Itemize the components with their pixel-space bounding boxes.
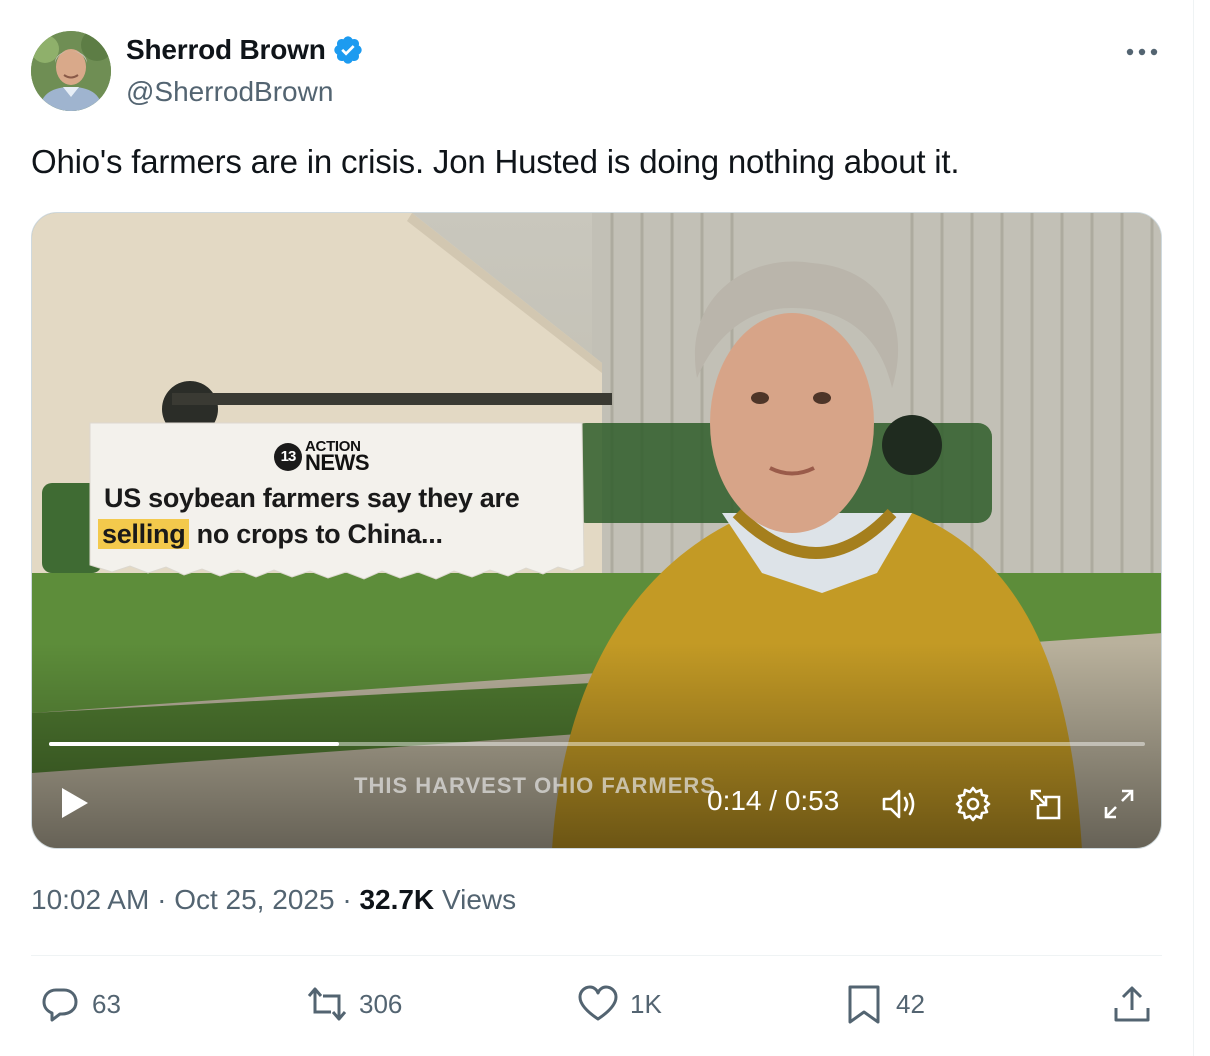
- video-time-display: 0:14 / 0:53: [707, 785, 840, 816]
- author-handle[interactable]: @SherrodBrown: [126, 76, 333, 108]
- column-border: [1193, 0, 1194, 1056]
- reply-count: 63: [92, 988, 121, 1019]
- logo-words: ACTION NEWS: [305, 439, 370, 475]
- share-icon: [1114, 986, 1150, 1022]
- bookmark-icon: [848, 985, 880, 1024]
- video-progress-fill: [49, 742, 339, 746]
- clipping-line2-rest: no crops to China...: [189, 519, 443, 549]
- heart-icon: [578, 985, 618, 1021]
- meta-separator: ·: [157, 884, 167, 915]
- bookmark-count: 42: [896, 988, 925, 1019]
- logo-news-text: NEWS: [305, 449, 370, 475]
- views-count: 32.7K: [359, 884, 435, 915]
- news-station-logo: 13 ACTION NEWS: [274, 439, 370, 475]
- tweet-date[interactable]: Oct 25, 2025: [174, 884, 334, 915]
- avatar-image: [31, 31, 111, 111]
- video-player[interactable]: 13 ACTION NEWS US soybean farmers say th…: [31, 212, 1162, 849]
- like-button[interactable]: 1K: [576, 982, 662, 1026]
- more-options-button[interactable]: [1122, 36, 1162, 68]
- bookmark-button[interactable]: 42: [842, 982, 925, 1026]
- more-dots-icon: [1126, 48, 1158, 56]
- tweet-meta: 10:02 AM · Oct 25, 2025 · 32.7K Views: [31, 884, 516, 916]
- clipping-highlight-word: selling: [98, 519, 190, 549]
- repost-button[interactable]: 306: [305, 982, 402, 1026]
- fullscreen-icon[interactable]: [1100, 785, 1138, 823]
- repost-count: 306: [359, 988, 403, 1019]
- logo-number: 13: [274, 442, 302, 471]
- play-icon[interactable]: [54, 783, 94, 823]
- author-name-row[interactable]: Sherrod Brown: [126, 34, 364, 66]
- tweet-time[interactable]: 10:02 AM: [31, 884, 149, 915]
- volume-icon[interactable]: [880, 785, 918, 823]
- clipping-headline-line2: selling no crops to China...: [98, 519, 443, 550]
- like-count: 1K: [630, 988, 662, 1019]
- picture-in-picture-icon[interactable]: [1027, 785, 1065, 823]
- video-caption: THIS HARVEST OHIO FARMERS: [354, 773, 716, 798]
- meta-separator: ·: [342, 884, 352, 915]
- avatar[interactable]: [31, 31, 111, 111]
- repost-icon: [307, 987, 347, 1021]
- tweet-text: Ohio's farmers are in crisis. Jon Husted…: [31, 143, 960, 180]
- divider: [31, 955, 1162, 956]
- verified-badge-icon[interactable]: [332, 34, 364, 66]
- author-display-name[interactable]: Sherrod Brown: [126, 34, 326, 66]
- video-progress-bar[interactable]: [49, 742, 1145, 746]
- reply-button[interactable]: 63: [38, 982, 121, 1026]
- news-clipping-overlay: 13 ACTION NEWS US soybean farmers say th…: [88, 421, 588, 585]
- share-button[interactable]: [1110, 982, 1154, 1026]
- reply-icon: [42, 988, 78, 1022]
- settings-gear-icon[interactable]: [954, 785, 992, 823]
- clipping-headline-line1: US soybean farmers say they are: [104, 483, 520, 513]
- views-label: Views: [441, 884, 517, 915]
